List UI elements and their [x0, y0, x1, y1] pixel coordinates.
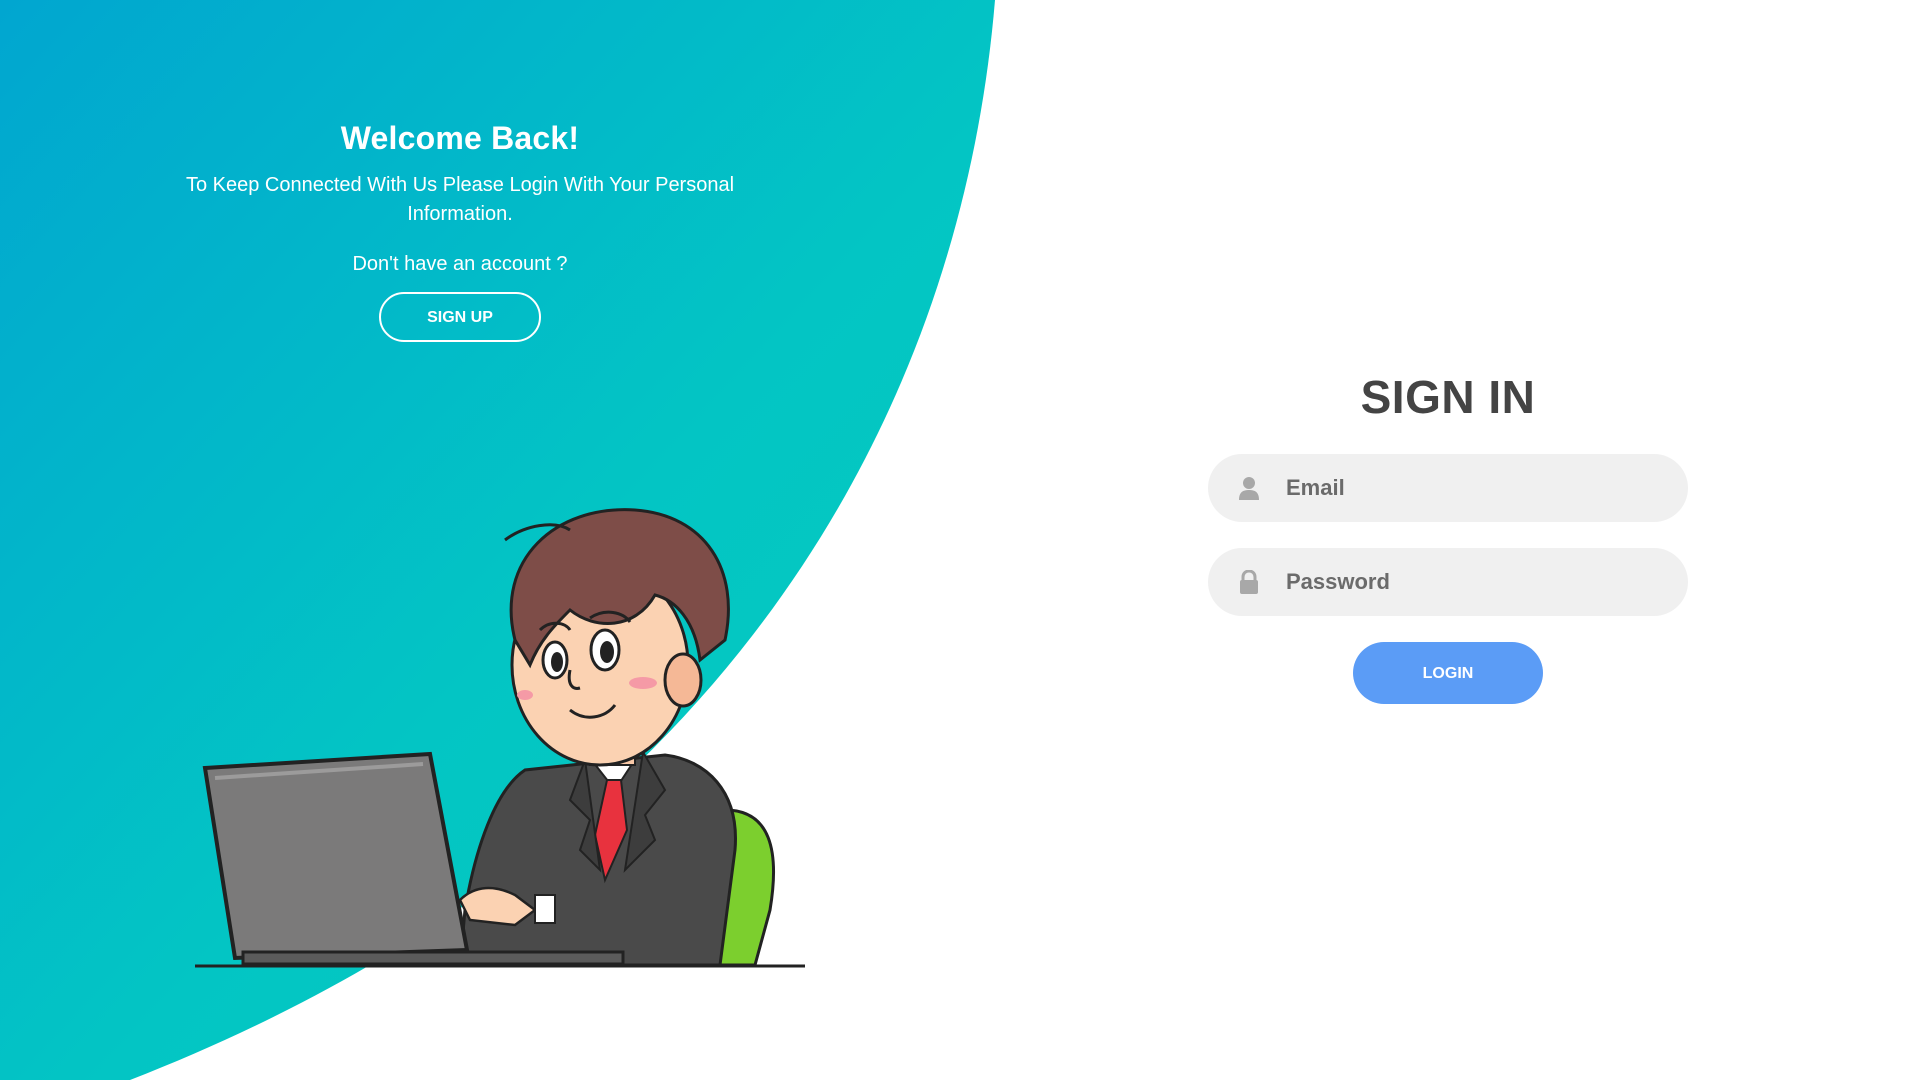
- welcome-title: Welcome Back!: [340, 120, 580, 156]
- signin-form: SIGN IN LOGIN: [1208, 370, 1688, 704]
- email-field[interactable]: [1208, 454, 1688, 522]
- signup-prompt: Don't have an account ?: [352, 253, 568, 275]
- lock-icon: [1236, 569, 1262, 595]
- welcome-section: Welcome Back! To Keep Connected With Us …: [150, 120, 770, 342]
- signup-button[interactable]: SIGN UP: [379, 292, 541, 342]
- password-input[interactable]: [1284, 568, 1668, 596]
- welcome-description: To Keep Connected With Us Please Login W…: [185, 174, 735, 225]
- signin-title: SIGN IN: [1360, 371, 1536, 423]
- login-page: Welcome Back! To Keep Connected With Us …: [0, 0, 1920, 1080]
- man-with-laptop-illustration: [195, 508, 805, 968]
- email-input[interactable]: [1284, 474, 1668, 502]
- login-button[interactable]: LOGIN: [1353, 642, 1543, 704]
- user-icon: [1236, 475, 1262, 501]
- password-field[interactable]: [1208, 548, 1688, 616]
